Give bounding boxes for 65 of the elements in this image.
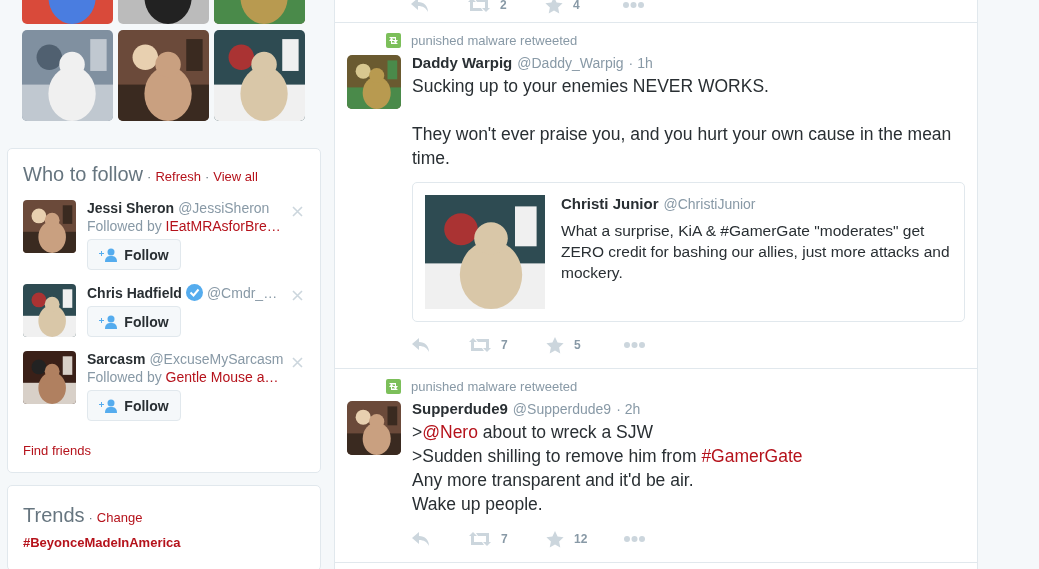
- reply-icon[interactable]: [412, 338, 430, 352]
- trend-link[interactable]: #BeyonceMadeInAmerica: [23, 535, 305, 550]
- retweet-icon: [386, 379, 401, 394]
- close-icon[interactable]: [292, 357, 303, 368]
- retweet-icon: [386, 33, 401, 48]
- retweet-icon[interactable]: [468, 0, 490, 12]
- followed-by-text: Followed by IEatMRAsforBre…: [87, 218, 282, 234]
- link[interactable]: #GamerGate: [701, 446, 803, 466]
- add-person-icon: [99, 314, 119, 329]
- tweet-text: Sucking up to your enemies NEVER WORKS.: [412, 75, 770, 98]
- user-handle: @JessiSheron: [178, 200, 270, 216]
- user-name[interactable]: Jessi Sheron: [87, 200, 175, 216]
- favorite-count: 5: [574, 338, 581, 352]
- retweeted-by-text: punished malware retweeted: [411, 379, 578, 394]
- quoted-text: What a surprise, KiA & #GamerGate "moderates" get ZERO credit for bashing our allies, just more attacks and mockery.: [561, 221, 951, 283]
- favorite-count: 12: [574, 532, 588, 546]
- user-name[interactable]: Sarcasm: [87, 351, 146, 367]
- quoted-author: Christi Junior: [561, 195, 659, 212]
- star-icon[interactable]: [546, 336, 564, 354]
- add-person-icon: [99, 247, 119, 262]
- tweet-handle: @Supperdude9: [512, 401, 612, 417]
- card-link[interactable]: View all: [213, 169, 258, 184]
- separator-dot: ·: [147, 169, 152, 184]
- add-person-icon: [99, 398, 119, 413]
- retweet-count: 7: [501, 532, 508, 546]
- tweet-text: They won't ever praise you, and you hurt your own cause in the mean time.: [412, 123, 953, 170]
- user-handle: @Cmdr_…: [206, 284, 278, 301]
- change-link[interactable]: Change: [96, 510, 143, 525]
- retweet-icon[interactable]: [469, 338, 491, 352]
- find-friends-link[interactable]: Find friends: [23, 443, 305, 458]
- more-icon[interactable]: [623, 2, 644, 8]
- close-icon[interactable]: [292, 290, 303, 301]
- quoted-tweet[interactable]: Christi Junior @ChristiJunior What a surprise, KiA & #GamerGate "moderates" get ZERO credit for bashing our allies, just more attacks and mockery.: [412, 182, 965, 322]
- card-title: Trends: [23, 504, 85, 527]
- verified-icon: [185, 284, 203, 301]
- followed-by-text: Followed by Gentle Mouse a…: [87, 369, 280, 385]
- more-icon[interactable]: [624, 342, 645, 348]
- retweeted-by-text: punished malware retweeted: [411, 33, 578, 48]
- retweet-count: 2: [500, 0, 507, 12]
- follow-button[interactable]: Follow: [87, 239, 181, 270]
- more-icon[interactable]: [624, 536, 645, 542]
- tweet-handle: @Daddy_Warpig: [517, 55, 624, 71]
- tweet-text: >@Nero about to wreck a SJW >Sudden shilling to remove him from #GamerGate Any more transparent and it'd be air. Wake up people.: [412, 421, 804, 516]
- quoted-handle: @ChristiJunior: [663, 196, 756, 212]
- user-name[interactable]: Chris Hadfield: [87, 284, 182, 301]
- star-icon[interactable]: [545, 0, 563, 14]
- close-icon[interactable]: [292, 206, 303, 217]
- follower-link[interactable]: IEatMRAsforBre…: [165, 218, 281, 234]
- follow-button[interactable]: Follow: [87, 306, 181, 337]
- card-link[interactable]: Refresh: [155, 169, 201, 184]
- tweet-author[interactable]: Daddy Warpig: [412, 54, 513, 71]
- retweet-count: 7: [501, 338, 508, 352]
- tweet-author[interactable]: Supperdude9: [412, 400, 508, 417]
- reply-icon[interactable]: [412, 532, 430, 546]
- link[interactable]: @Nero: [422, 422, 478, 442]
- separator-dot: ·: [204, 169, 210, 184]
- follow-button[interactable]: Follow: [87, 390, 181, 421]
- retweet-icon[interactable]: [469, 532, 491, 546]
- follower-link[interactable]: Gentle Mouse a…: [165, 369, 279, 385]
- favorite-count: 4: [573, 0, 580, 12]
- star-icon[interactable]: [546, 530, 564, 548]
- user-handle: @ExcuseMySarcasm: [149, 351, 284, 367]
- reply-icon[interactable]: [411, 0, 429, 12]
- card-title: Who to follow: [23, 163, 144, 186]
- separator-dot: ·: [88, 510, 93, 525]
